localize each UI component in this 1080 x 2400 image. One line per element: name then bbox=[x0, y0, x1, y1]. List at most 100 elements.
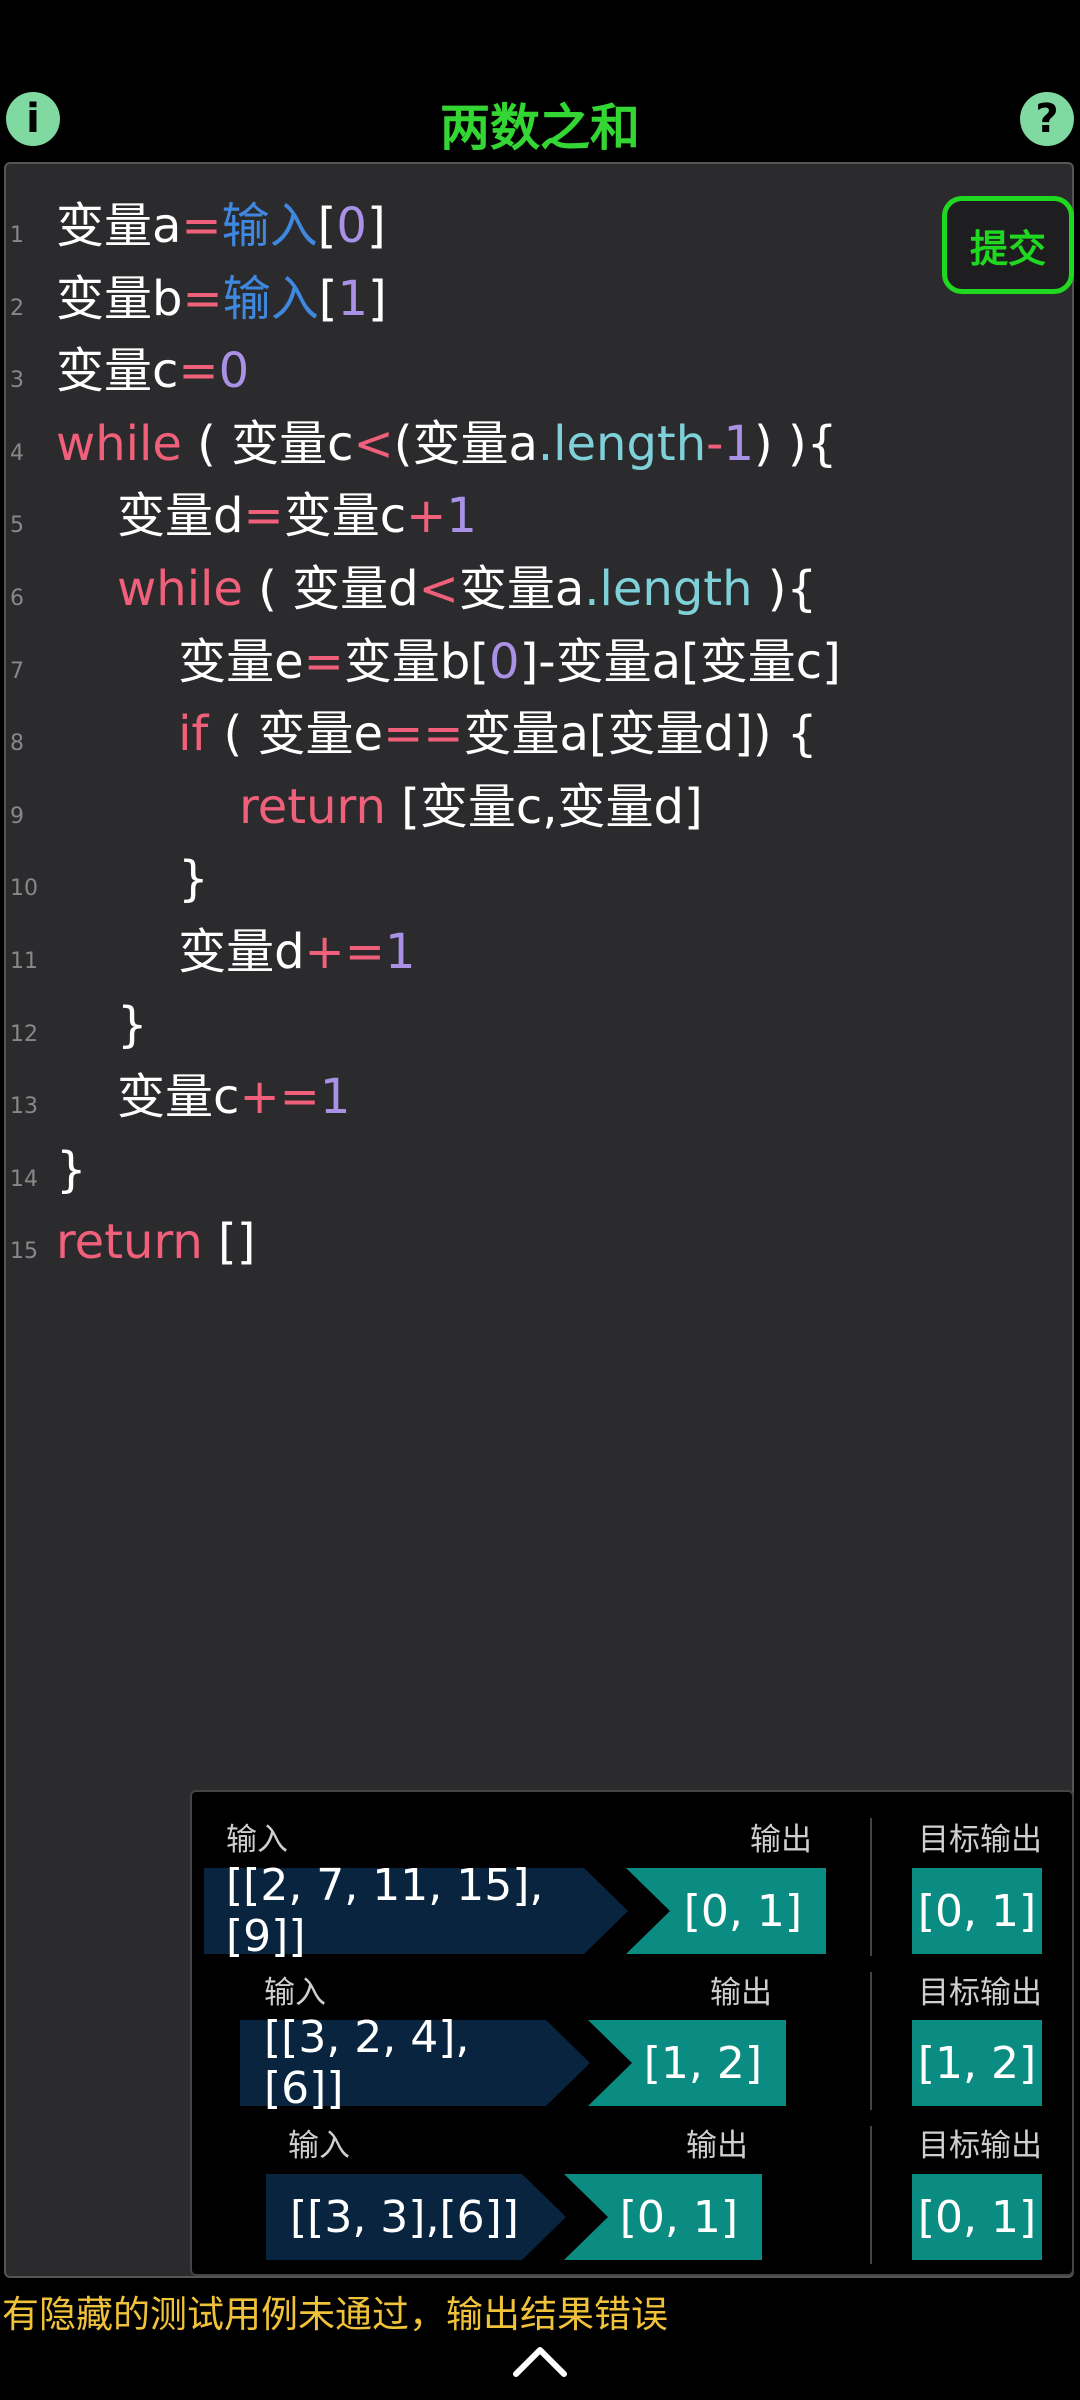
code-token: 0 bbox=[336, 198, 367, 254]
target-label: 目标输出 bbox=[918, 1975, 1042, 2011]
chevron-up-icon[interactable] bbox=[512, 2340, 568, 2380]
code-line[interactable]: 7 变量e=变量b[0]-变量a[变量c] bbox=[0, 626, 1070, 699]
help-icon[interactable]: ? bbox=[1020, 92, 1074, 146]
code-token: = bbox=[181, 198, 222, 254]
code-token: < bbox=[353, 415, 394, 472]
code-token: ( 变量e bbox=[208, 706, 384, 763]
output-label: 输出 bbox=[750, 1822, 812, 1858]
code-line[interactable]: 11 变量d+=1 bbox=[0, 916, 1070, 989]
page-title: 两数之和 bbox=[440, 99, 640, 157]
code-token: .length bbox=[584, 560, 753, 617]
code-line[interactable]: 2 变量b=输入[1] bbox=[0, 263, 1070, 336]
input-label: 输入 bbox=[288, 2128, 350, 2164]
code-token: [] bbox=[202, 1214, 256, 1271]
code-text: } bbox=[56, 843, 209, 916]
code-line[interactable]: 15 return [] bbox=[0, 1206, 1070, 1279]
target-label: 目标输出 bbox=[918, 2128, 1042, 2164]
code-line[interactable]: 4 while ( 变量c<(变量a.length-1) ){ bbox=[0, 408, 1070, 481]
code-token: ] bbox=[366, 198, 386, 254]
submit-button[interactable]: 提交 bbox=[942, 196, 1074, 294]
code-line[interactable]: 10 } bbox=[0, 843, 1070, 916]
code-token: = bbox=[182, 270, 223, 327]
code-text: if ( 变量e==变量a[变量d]) { bbox=[56, 698, 817, 771]
code-text: 变量d=变量c+1 bbox=[56, 480, 477, 553]
target-label: 目标输出 bbox=[918, 1822, 1042, 1858]
code-line[interactable]: 12 } bbox=[0, 989, 1070, 1062]
code-token: ){ bbox=[752, 560, 818, 617]
code-text: 变量d+=1 bbox=[56, 916, 416, 989]
code-text: return [] bbox=[56, 1206, 255, 1279]
arrow-shape bbox=[584, 1868, 628, 1954]
code-text: while ( 变量d<变量a.length ){ bbox=[56, 553, 817, 626]
code-token: } bbox=[56, 996, 148, 1053]
code-token: } bbox=[56, 851, 209, 908]
code-token: == bbox=[383, 706, 464, 763]
test-target: [1, 2] bbox=[912, 2020, 1042, 2106]
code-text: 变量b=输入[1] bbox=[56, 263, 387, 336]
code-line[interactable]: 13 变量c+=1 bbox=[0, 1061, 1070, 1134]
code-token: 变量a bbox=[458, 560, 585, 617]
code-token: ( 变量c bbox=[181, 415, 354, 472]
code-token: } bbox=[56, 1141, 87, 1198]
code-token: 变量b[ bbox=[343, 633, 490, 690]
code-line[interactable]: 3 变量c=0 bbox=[0, 335, 1070, 408]
test-output: [1, 2] bbox=[643, 2037, 762, 2089]
code-token: 1 bbox=[446, 488, 477, 545]
line-number: 15 bbox=[10, 1239, 38, 1265]
code-token: 1 bbox=[384, 923, 416, 980]
test-target: [0, 1] bbox=[912, 1868, 1042, 1954]
code-text: 变量e=变量b[0]-变量a[变量c] bbox=[56, 626, 841, 699]
code-text: while ( 变量c<(变量a.length-1) ){ bbox=[56, 408, 837, 481]
code-text: 变量a=输入[0] bbox=[56, 190, 386, 263]
code-token: = bbox=[303, 633, 344, 690]
code-token: while bbox=[56, 415, 182, 472]
code-text: } bbox=[56, 1134, 87, 1207]
code-line[interactable]: 14} bbox=[0, 1134, 1070, 1207]
divider bbox=[870, 1818, 872, 1956]
code-text: return [变量c,变量d] bbox=[56, 771, 703, 844]
divider bbox=[870, 1972, 872, 2110]
code-token: 变量c bbox=[283, 488, 407, 545]
code-token: 变量c bbox=[56, 343, 179, 400]
output-label: 输出 bbox=[710, 1975, 772, 2011]
output-label: 输出 bbox=[686, 2128, 748, 2164]
code-line[interactable]: 6 while ( 变量d<变量a.length ){ bbox=[0, 553, 1070, 626]
code-token: 0 bbox=[489, 633, 520, 690]
code-token: ]-变量a[变量c] bbox=[519, 633, 841, 690]
code-text: 变量c+=1 bbox=[56, 1061, 350, 1134]
code-text: 变量c=0 bbox=[56, 335, 249, 408]
code-line[interactable]: 1 变量a=输入[0] bbox=[0, 190, 1070, 263]
test-target: [0, 1] bbox=[912, 2174, 1042, 2260]
code-token: 1 bbox=[319, 1069, 351, 1126]
code-token: 1 bbox=[723, 415, 755, 472]
code-token: 1 bbox=[337, 270, 368, 327]
code-area[interactable]: 1 变量a=输入[0] 2 变量b=输入[1] 3 变量c=0 4 while ( 变量c<(… bbox=[0, 190, 1070, 1279]
code-token: = bbox=[178, 343, 219, 400]
code-token: - bbox=[706, 415, 724, 472]
code-line[interactable]: 9 return [变量c,变量d] bbox=[0, 771, 1070, 844]
code-token: 变量a bbox=[56, 198, 182, 254]
code-line[interactable]: 5 变量d=变量c+1 bbox=[0, 480, 1070, 553]
test-output: [0, 1] bbox=[619, 2191, 738, 2243]
code-token: 变量b bbox=[56, 270, 183, 327]
code-token: 变量d bbox=[56, 923, 305, 980]
code-token: ) ){ bbox=[754, 415, 838, 472]
code-line[interactable]: 8 if ( 变量e==变量a[变量d]) { bbox=[0, 698, 1070, 771]
code-token: 变量c bbox=[56, 1069, 240, 1126]
code-token: [ bbox=[318, 270, 338, 327]
code-token: = bbox=[243, 488, 284, 545]
code-token: ] bbox=[368, 270, 387, 327]
test-output: [0, 1] bbox=[683, 1885, 802, 1937]
arrow-shape bbox=[546, 2020, 590, 2106]
code-token: if bbox=[56, 706, 209, 763]
divider bbox=[870, 2126, 872, 2264]
code-token: < bbox=[418, 560, 459, 617]
code-token: [变量c,变量d] bbox=[385, 778, 703, 835]
input-label: 输入 bbox=[226, 1822, 288, 1858]
code-token: return bbox=[56, 778, 386, 835]
code-token: .length bbox=[537, 415, 707, 472]
code-token: 变量d bbox=[56, 488, 244, 545]
code-token: 变量e bbox=[56, 633, 304, 690]
code-token: (变量a bbox=[393, 415, 538, 472]
code-text: } bbox=[56, 989, 148, 1062]
